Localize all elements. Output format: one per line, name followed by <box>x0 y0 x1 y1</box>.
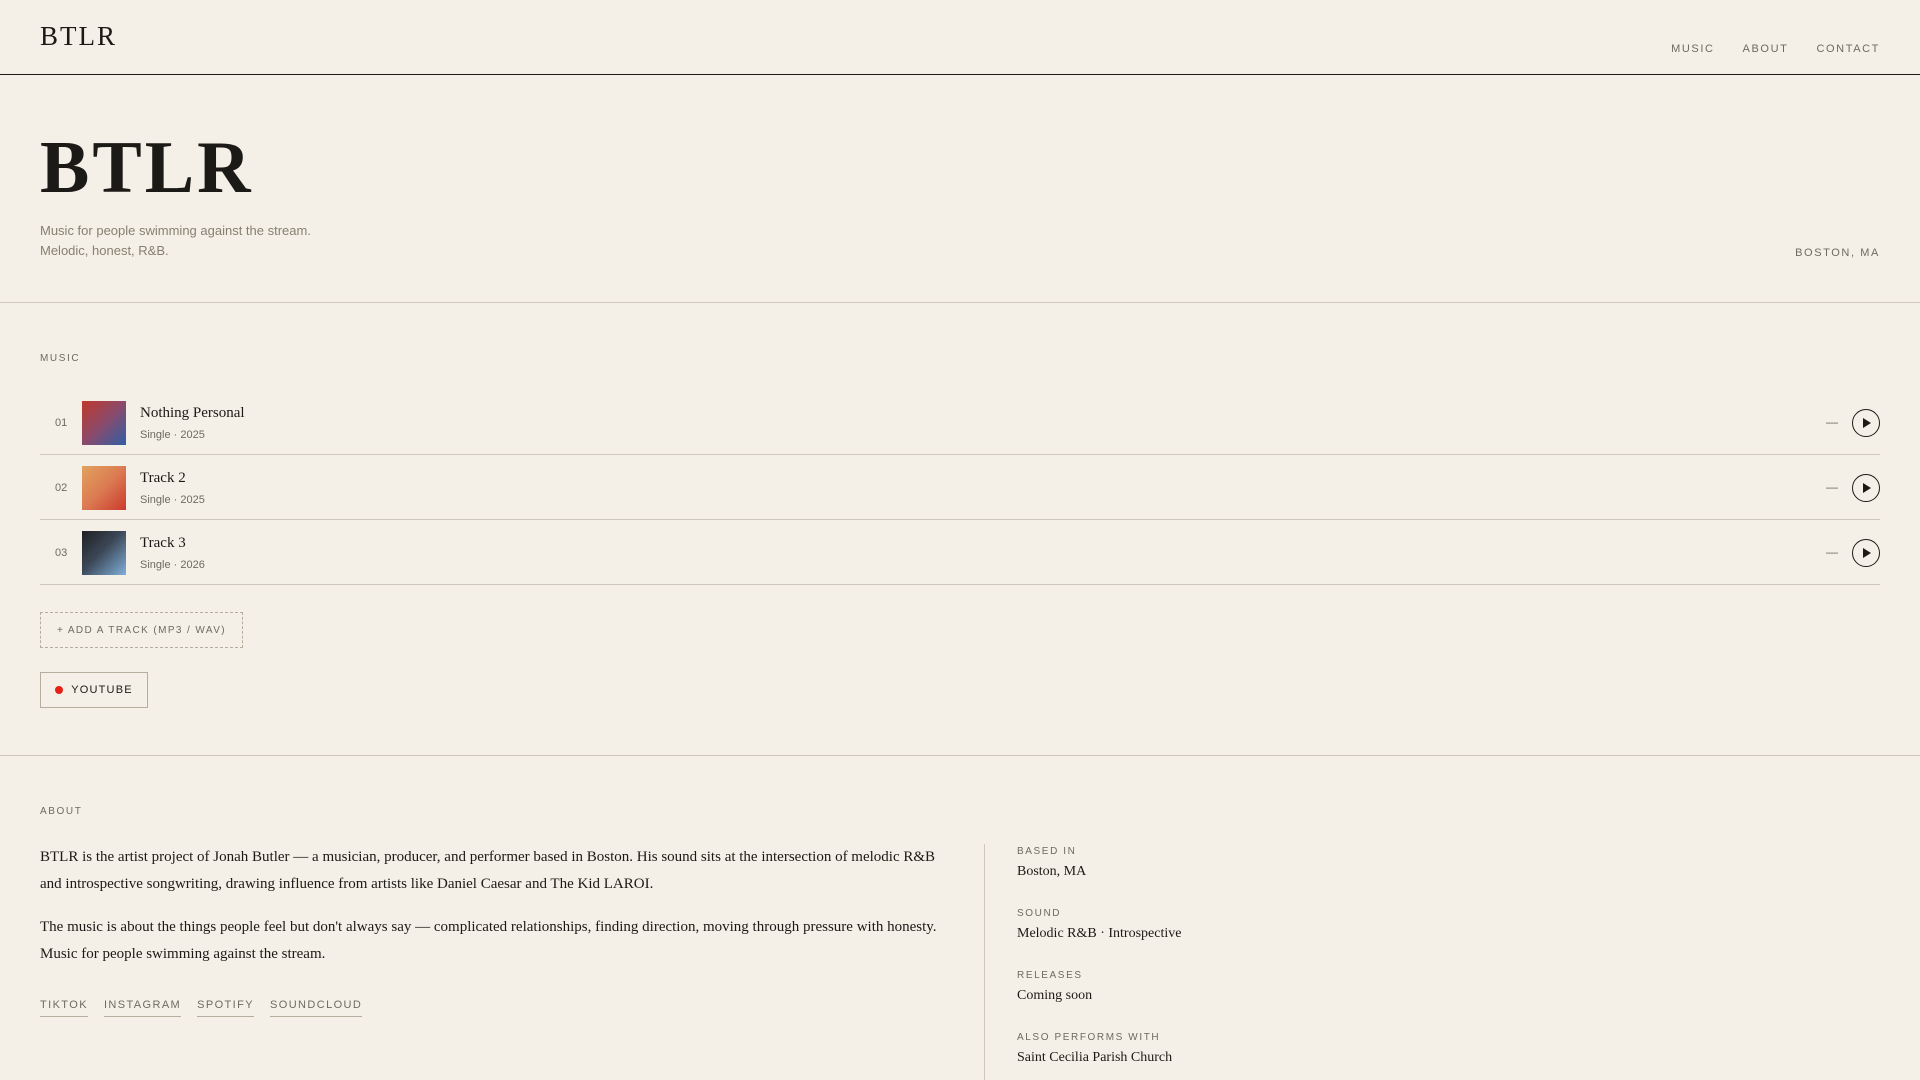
track-number: 03 <box>55 547 68 559</box>
track-title: Nothing Personal <box>140 405 245 421</box>
track-meta: Single · 2026 <box>140 559 205 571</box>
social-link-spotify[interactable]: SPOTIFY <box>197 999 254 1017</box>
track-title: Track 2 <box>140 470 186 486</box>
track-duration: — <box>1826 415 1838 429</box>
about-section: ABOUT BTLR is the artist project of Jona… <box>0 756 1920 1080</box>
nav-link-about[interactable]: ABOUT <box>1743 43 1789 55</box>
hero-title: BTLR <box>40 127 254 209</box>
track-list: 01 Nothing Personal Single · 2025 — 02 T… <box>40 390 1880 585</box>
track-meta: Single · 2025 <box>140 494 205 506</box>
fact-based-in: BASED IN Boston, MA <box>1017 846 1181 908</box>
about-paragraph: BTLR is the artist project of Jonah Butl… <box>40 849 936 892</box>
nav-link-music[interactable]: MUSIC <box>1671 43 1714 55</box>
youtube-button[interactable]: YOUTUBE <box>40 672 148 708</box>
music-section: MUSIC 01 Nothing Personal Single · 2025 … <box>0 303 1920 756</box>
about-section-label: ABOUT <box>40 806 83 817</box>
play-icon <box>1863 483 1871 493</box>
youtube-dot-icon <box>55 686 64 694</box>
fact-value: Saint Cecilia Parish Church <box>1017 1050 1173 1065</box>
youtube-label: YOUTUBE <box>71 684 133 696</box>
track-duration: — <box>1826 545 1838 559</box>
track-cover-art <box>82 466 126 510</box>
music-section-label: MUSIC <box>40 353 81 364</box>
fact-label: BASED IN <box>1017 846 1077 857</box>
hero-location: BOSTON, MA <box>1795 247 1880 259</box>
fact-label: SOUND <box>1017 908 1062 919</box>
hero-tagline-line-1: Music for people swimming against the st… <box>40 223 311 238</box>
track-cover-art <box>82 531 126 575</box>
fact-value: Coming soon <box>1017 988 1093 1003</box>
social-link-instagram[interactable]: INSTAGRAM <box>103 999 182 1017</box>
play-button[interactable] <box>1852 409 1880 437</box>
fact-value: Boston, MA <box>1017 864 1087 879</box>
fact-label: RELEASES <box>1017 970 1083 981</box>
fact-releases: RELEASES Coming soon <box>1017 970 1181 1032</box>
play-icon <box>1863 418 1871 428</box>
track-row[interactable]: 01 Nothing Personal Single · 2025 — <box>40 390 1880 455</box>
hero-tagline: Music for people swimming against the st… <box>40 221 311 261</box>
about-paragraph: The music is about the things people fee… <box>40 919 937 962</box>
fact-also-performs-with: ALSO PERFORMS WITH Saint Cecilia Parish … <box>1017 1032 1181 1080</box>
social-link-soundcloud[interactable]: SOUNDCLOUD <box>270 999 363 1017</box>
track-row[interactable]: 02 Track 2 Single · 2025 — <box>40 455 1880 520</box>
play-button[interactable] <box>1852 474 1880 502</box>
track-meta: Single · 2025 <box>140 429 205 441</box>
fact-value: Melodic R&B · Introspective <box>1017 926 1182 941</box>
site-header: BTLR MUSIC ABOUT CONTACT <box>0 0 1920 75</box>
main-nav: MUSIC ABOUT CONTACT <box>1671 43 1880 55</box>
track-number: 01 <box>55 417 68 429</box>
track-title: Track 3 <box>140 535 186 551</box>
track-row[interactable]: 03 Track 3 Single · 2026 — <box>40 520 1880 585</box>
about-bio: BTLR is the artist project of Jonah Butl… <box>40 844 940 968</box>
artist-facts: BASED IN Boston, MA SOUND Melodic R&B · … <box>1017 846 1181 1080</box>
track-duration: — <box>1826 480 1838 494</box>
fact-label: ALSO PERFORMS WITH <box>1017 1032 1161 1043</box>
site-logo[interactable]: BTLR <box>40 21 117 52</box>
social-links: TIKTOK INSTAGRAM SPOTIFY SOUNDCLOUD <box>40 999 363 1017</box>
vertical-divider <box>984 844 985 1080</box>
nav-link-contact[interactable]: CONTACT <box>1816 43 1880 55</box>
hero-section: BTLR Music for people swimming against t… <box>0 75 1920 303</box>
track-cover-art <box>82 401 126 445</box>
play-button[interactable] <box>1852 539 1880 567</box>
hero-tagline-line-2: Melodic, honest, R&B. <box>40 243 169 258</box>
fact-sound: SOUND Melodic R&B · Introspective <box>1017 908 1181 970</box>
add-track-button[interactable]: + ADD A TRACK (MP3 / WAV) <box>40 612 243 648</box>
social-link-tiktok[interactable]: TIKTOK <box>40 999 88 1017</box>
play-icon <box>1863 548 1871 558</box>
track-number: 02 <box>55 482 68 494</box>
